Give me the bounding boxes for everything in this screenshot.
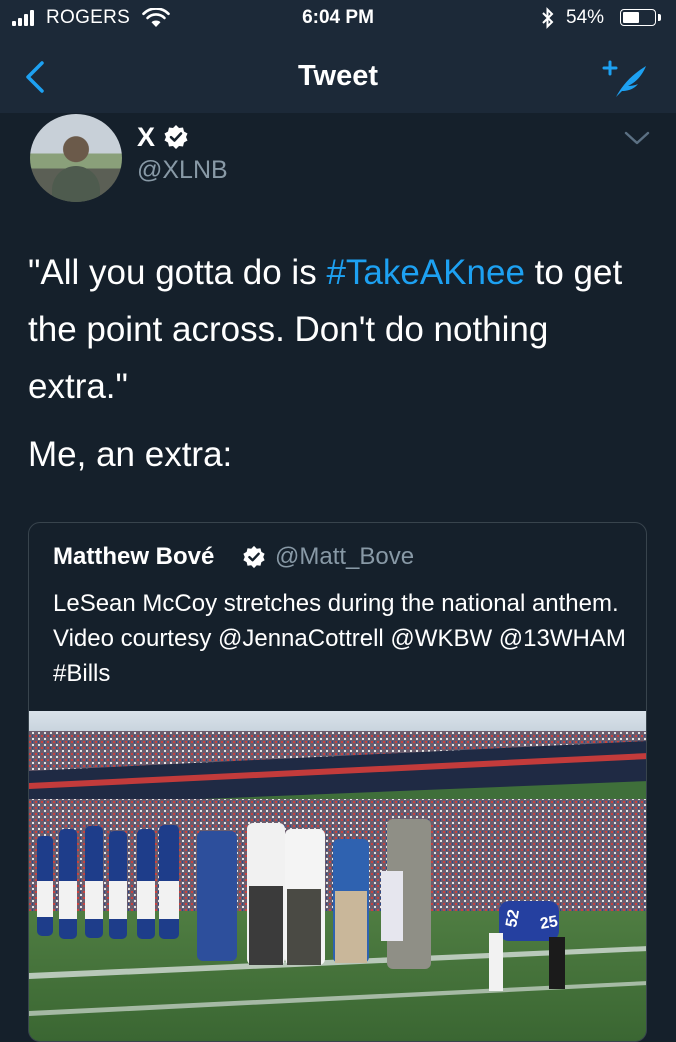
quoted-tweet-card[interactable]: Matthew Bové @Matt_Bove LeSean McCoy str…	[28, 522, 647, 1042]
verified-badge-icon	[164, 125, 188, 149]
chevron-down-icon[interactable]	[624, 130, 650, 146]
battery-percent: 54%	[566, 7, 605, 28]
author-name[interactable]: X	[137, 122, 155, 153]
bluetooth-icon	[542, 7, 554, 29]
page-title: Tweet	[297, 60, 379, 92]
status-bar: ROGERS 6:04 PM 54%	[0, 0, 676, 38]
battery-icon	[620, 9, 656, 26]
battery-nub	[658, 14, 661, 21]
quoted-author-handle: @Matt_Bove	[275, 543, 415, 570]
tweet-text: "All you gotta do is #TakeAKnee to get t…	[28, 244, 653, 415]
verified-badge-icon	[243, 545, 265, 569]
svg-text:25: 25	[539, 913, 560, 933]
top-bar: ROGERS 6:04 PM 54% Tweet	[0, 0, 676, 113]
tweet-text-start: "All you gotta do is	[28, 253, 327, 292]
quoted-author-name: Matthew Bové	[53, 543, 215, 570]
hashtag-link[interactable]: #TakeAKnee	[326, 253, 524, 292]
tweet-text-line2: Me, an extra:	[28, 435, 233, 474]
stadium-photo: 52 25	[29, 711, 646, 1041]
compose-tweet-button[interactable]	[598, 56, 654, 100]
svg-text:52: 52	[503, 908, 523, 929]
quoted-tweet-text: LeSean McCoy stretches during the nation…	[53, 590, 626, 687]
author-avatar[interactable]	[30, 114, 122, 202]
author-handle[interactable]: @XLNB	[137, 156, 228, 185]
quoted-media-image[interactable]: 52 25	[29, 711, 646, 1041]
compose-tweet-icon	[602, 60, 646, 97]
